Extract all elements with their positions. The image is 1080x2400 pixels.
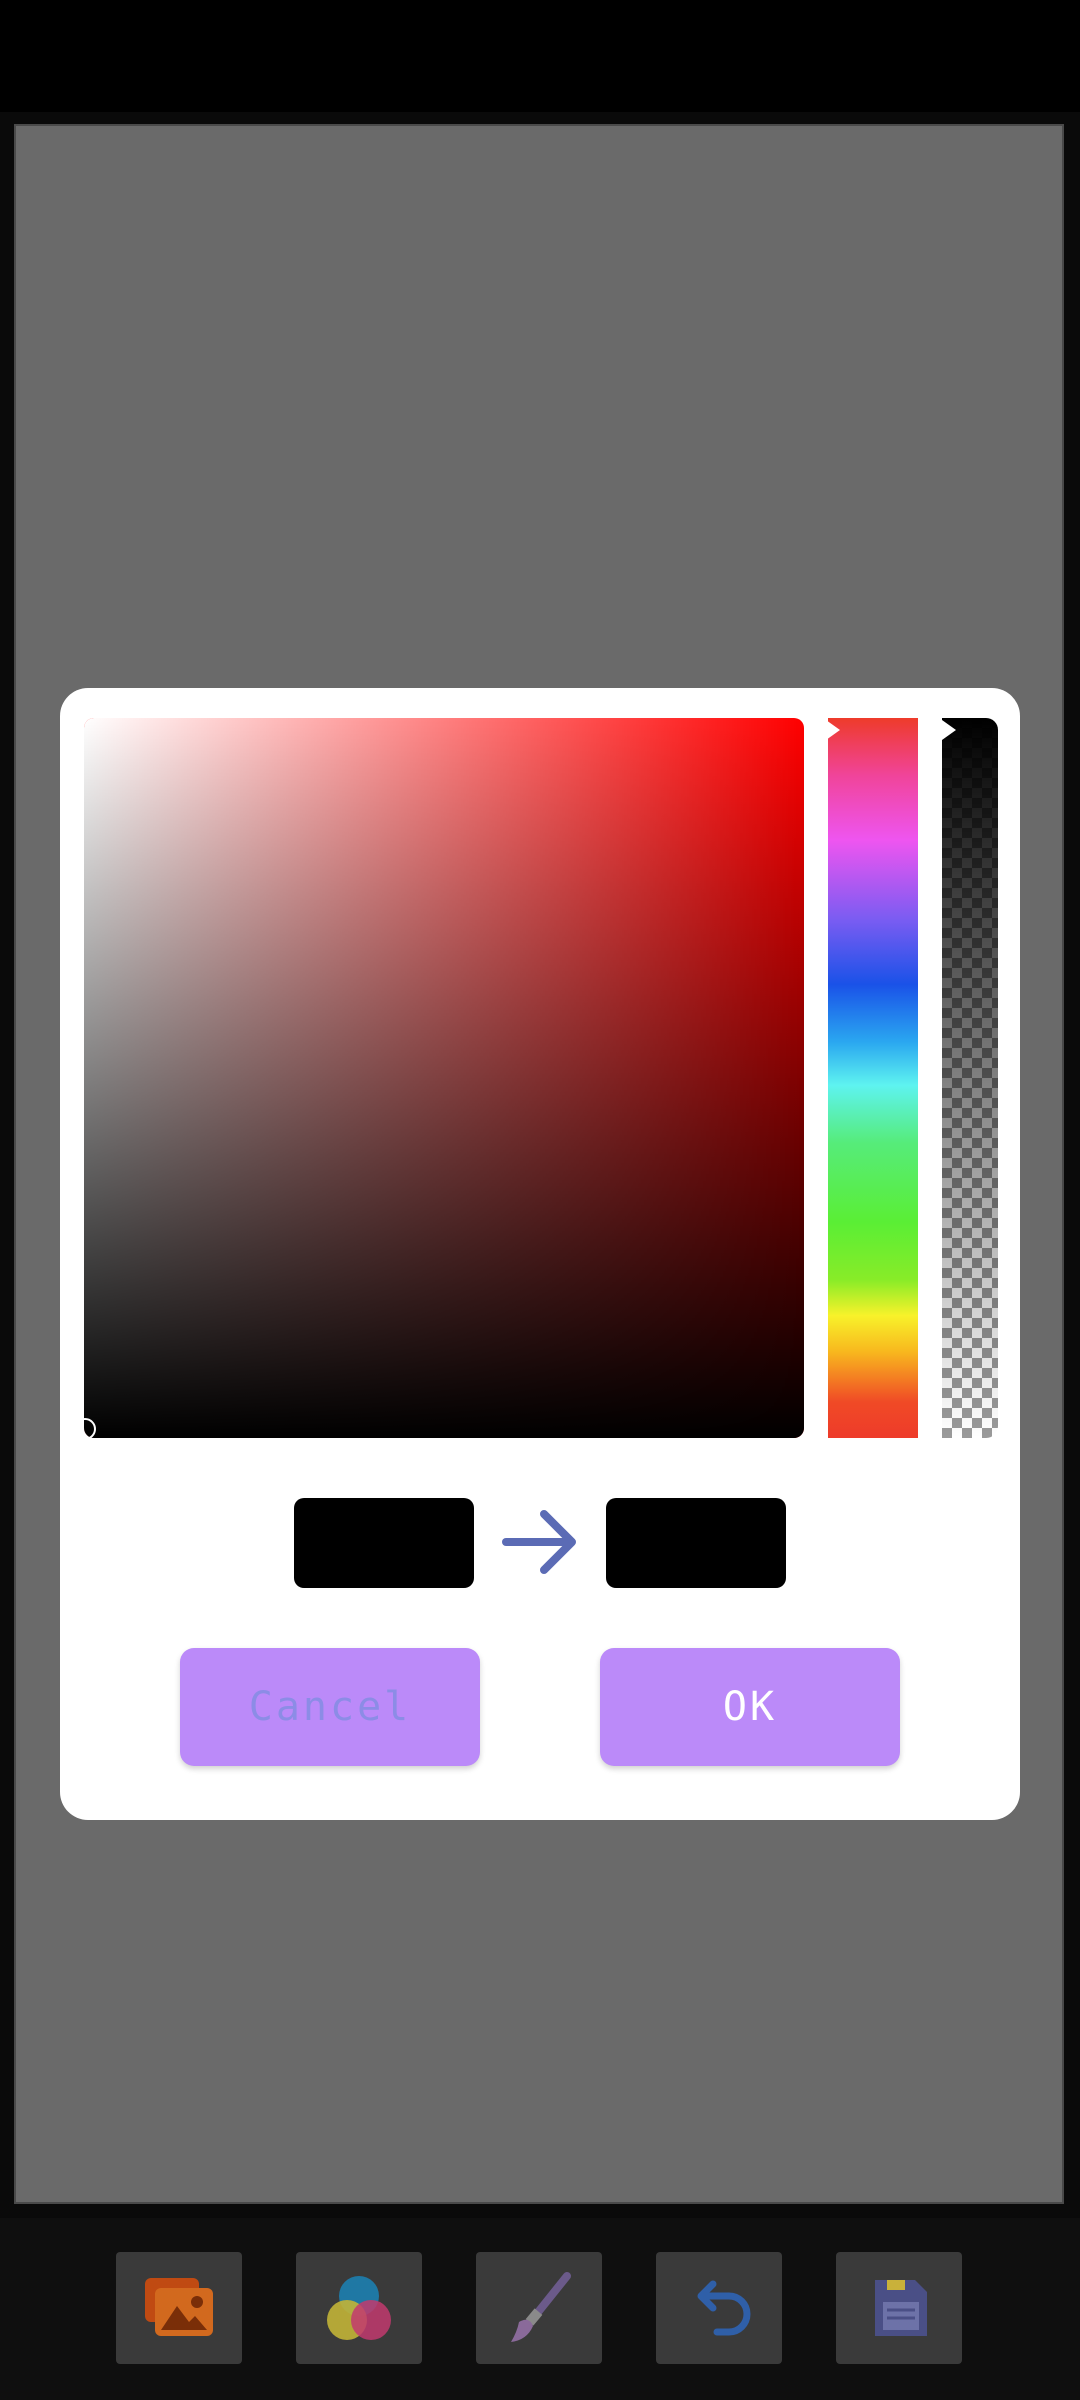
cancel-button-label: Cancel: [248, 1684, 412, 1730]
ok-button-label: OK: [722, 1684, 778, 1730]
ok-button[interactable]: OK: [600, 1648, 900, 1766]
new-color-swatch: [606, 1498, 786, 1588]
cancel-button[interactable]: Cancel: [180, 1648, 480, 1766]
value-gradient: [84, 718, 804, 1438]
hue-slider-handle[interactable]: [826, 720, 840, 740]
color-selector-cursor[interactable]: [74, 1418, 96, 1440]
saturation-value-panel[interactable]: [84, 718, 804, 1438]
alpha-slider-handle[interactable]: [942, 720, 956, 740]
old-color-swatch: [294, 1498, 474, 1588]
hue-slider[interactable]: [828, 718, 918, 1438]
arrow-right-icon: [502, 1510, 576, 1574]
alpha-gradient: [942, 718, 998, 1438]
alpha-slider[interactable]: [942, 718, 998, 1438]
